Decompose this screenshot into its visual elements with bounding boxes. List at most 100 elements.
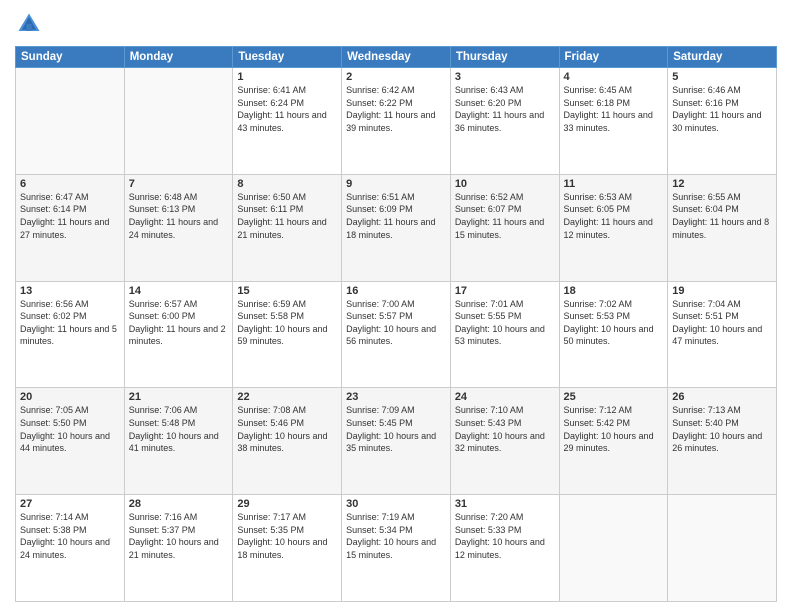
day-header-saturday: Saturday bbox=[668, 47, 777, 68]
day-header-sunday: Sunday bbox=[16, 47, 125, 68]
day-number: 1 bbox=[237, 71, 337, 83]
day-number: 5 bbox=[672, 71, 772, 83]
day-info: Sunrise: 7:09 AM Sunset: 5:45 PM Dayligh… bbox=[346, 404, 446, 454]
day-number: 17 bbox=[455, 285, 555, 297]
day-number: 24 bbox=[455, 391, 555, 403]
day-info: Sunrise: 6:41 AM Sunset: 6:24 PM Dayligh… bbox=[237, 84, 337, 134]
calendar: SundayMondayTuesdayWednesdayThursdayFrid… bbox=[15, 46, 777, 602]
calendar-cell: 25Sunrise: 7:12 AM Sunset: 5:42 PM Dayli… bbox=[559, 388, 668, 495]
calendar-cell: 13Sunrise: 6:56 AM Sunset: 6:02 PM Dayli… bbox=[16, 281, 125, 388]
day-number: 26 bbox=[672, 391, 772, 403]
calendar-cell: 15Sunrise: 6:59 AM Sunset: 5:58 PM Dayli… bbox=[233, 281, 342, 388]
calendar-cell: 24Sunrise: 7:10 AM Sunset: 5:43 PM Dayli… bbox=[450, 388, 559, 495]
calendar-cell: 8Sunrise: 6:50 AM Sunset: 6:11 PM Daylig… bbox=[233, 174, 342, 281]
day-number: 28 bbox=[129, 498, 229, 510]
day-header-thursday: Thursday bbox=[450, 47, 559, 68]
day-header-monday: Monday bbox=[124, 47, 233, 68]
calendar-cell: 22Sunrise: 7:08 AM Sunset: 5:46 PM Dayli… bbox=[233, 388, 342, 495]
day-number: 10 bbox=[455, 178, 555, 190]
week-row-2: 13Sunrise: 6:56 AM Sunset: 6:02 PM Dayli… bbox=[16, 281, 777, 388]
day-info: Sunrise: 6:46 AM Sunset: 6:16 PM Dayligh… bbox=[672, 84, 772, 134]
day-info: Sunrise: 6:59 AM Sunset: 5:58 PM Dayligh… bbox=[237, 298, 337, 348]
header-row: SundayMondayTuesdayWednesdayThursdayFrid… bbox=[16, 47, 777, 68]
day-number: 3 bbox=[455, 71, 555, 83]
calendar-cell: 11Sunrise: 6:53 AM Sunset: 6:05 PM Dayli… bbox=[559, 174, 668, 281]
day-info: Sunrise: 6:42 AM Sunset: 6:22 PM Dayligh… bbox=[346, 84, 446, 134]
day-number: 23 bbox=[346, 391, 446, 403]
day-info: Sunrise: 7:01 AM Sunset: 5:55 PM Dayligh… bbox=[455, 298, 555, 348]
calendar-cell: 4Sunrise: 6:45 AM Sunset: 6:18 PM Daylig… bbox=[559, 68, 668, 175]
calendar-cell: 20Sunrise: 7:05 AM Sunset: 5:50 PM Dayli… bbox=[16, 388, 125, 495]
calendar-cell: 10Sunrise: 6:52 AM Sunset: 6:07 PM Dayli… bbox=[450, 174, 559, 281]
day-number: 18 bbox=[564, 285, 664, 297]
week-row-1: 6Sunrise: 6:47 AM Sunset: 6:14 PM Daylig… bbox=[16, 174, 777, 281]
day-info: Sunrise: 6:43 AM Sunset: 6:20 PM Dayligh… bbox=[455, 84, 555, 134]
calendar-cell bbox=[559, 495, 668, 602]
day-number: 27 bbox=[20, 498, 120, 510]
week-row-4: 27Sunrise: 7:14 AM Sunset: 5:38 PM Dayli… bbox=[16, 495, 777, 602]
day-number: 25 bbox=[564, 391, 664, 403]
day-number: 14 bbox=[129, 285, 229, 297]
calendar-cell: 27Sunrise: 7:14 AM Sunset: 5:38 PM Dayli… bbox=[16, 495, 125, 602]
day-number: 13 bbox=[20, 285, 120, 297]
calendar-cell: 5Sunrise: 6:46 AM Sunset: 6:16 PM Daylig… bbox=[668, 68, 777, 175]
calendar-cell: 19Sunrise: 7:04 AM Sunset: 5:51 PM Dayli… bbox=[668, 281, 777, 388]
calendar-cell: 16Sunrise: 7:00 AM Sunset: 5:57 PM Dayli… bbox=[342, 281, 451, 388]
day-number: 15 bbox=[237, 285, 337, 297]
logo-icon bbox=[15, 10, 43, 38]
calendar-cell: 26Sunrise: 7:13 AM Sunset: 5:40 PM Dayli… bbox=[668, 388, 777, 495]
day-number: 31 bbox=[455, 498, 555, 510]
day-number: 4 bbox=[564, 71, 664, 83]
day-info: Sunrise: 6:47 AM Sunset: 6:14 PM Dayligh… bbox=[20, 191, 120, 241]
day-info: Sunrise: 6:51 AM Sunset: 6:09 PM Dayligh… bbox=[346, 191, 446, 241]
calendar-cell: 30Sunrise: 7:19 AM Sunset: 5:34 PM Dayli… bbox=[342, 495, 451, 602]
day-info: Sunrise: 6:50 AM Sunset: 6:11 PM Dayligh… bbox=[237, 191, 337, 241]
day-number: 2 bbox=[346, 71, 446, 83]
logo bbox=[15, 10, 47, 38]
day-info: Sunrise: 7:05 AM Sunset: 5:50 PM Dayligh… bbox=[20, 404, 120, 454]
day-info: Sunrise: 7:00 AM Sunset: 5:57 PM Dayligh… bbox=[346, 298, 446, 348]
day-number: 22 bbox=[237, 391, 337, 403]
day-number: 12 bbox=[672, 178, 772, 190]
day-number: 20 bbox=[20, 391, 120, 403]
day-info: Sunrise: 6:56 AM Sunset: 6:02 PM Dayligh… bbox=[20, 298, 120, 348]
day-number: 6 bbox=[20, 178, 120, 190]
day-info: Sunrise: 7:10 AM Sunset: 5:43 PM Dayligh… bbox=[455, 404, 555, 454]
week-row-0: 1Sunrise: 6:41 AM Sunset: 6:24 PM Daylig… bbox=[16, 68, 777, 175]
day-number: 8 bbox=[237, 178, 337, 190]
calendar-cell bbox=[668, 495, 777, 602]
day-header-tuesday: Tuesday bbox=[233, 47, 342, 68]
day-info: Sunrise: 7:19 AM Sunset: 5:34 PM Dayligh… bbox=[346, 511, 446, 561]
calendar-cell: 23Sunrise: 7:09 AM Sunset: 5:45 PM Dayli… bbox=[342, 388, 451, 495]
day-info: Sunrise: 7:20 AM Sunset: 5:33 PM Dayligh… bbox=[455, 511, 555, 561]
day-number: 19 bbox=[672, 285, 772, 297]
day-number: 16 bbox=[346, 285, 446, 297]
day-info: Sunrise: 6:57 AM Sunset: 6:00 PM Dayligh… bbox=[129, 298, 229, 348]
calendar-cell: 2Sunrise: 6:42 AM Sunset: 6:22 PM Daylig… bbox=[342, 68, 451, 175]
day-info: Sunrise: 7:06 AM Sunset: 5:48 PM Dayligh… bbox=[129, 404, 229, 454]
calendar-cell: 28Sunrise: 7:16 AM Sunset: 5:37 PM Dayli… bbox=[124, 495, 233, 602]
calendar-cell: 21Sunrise: 7:06 AM Sunset: 5:48 PM Dayli… bbox=[124, 388, 233, 495]
day-number: 11 bbox=[564, 178, 664, 190]
calendar-cell: 6Sunrise: 6:47 AM Sunset: 6:14 PM Daylig… bbox=[16, 174, 125, 281]
calendar-cell: 14Sunrise: 6:57 AM Sunset: 6:00 PM Dayli… bbox=[124, 281, 233, 388]
calendar-cell: 31Sunrise: 7:20 AM Sunset: 5:33 PM Dayli… bbox=[450, 495, 559, 602]
day-info: Sunrise: 7:14 AM Sunset: 5:38 PM Dayligh… bbox=[20, 511, 120, 561]
day-number: 7 bbox=[129, 178, 229, 190]
day-info: Sunrise: 6:45 AM Sunset: 6:18 PM Dayligh… bbox=[564, 84, 664, 134]
day-info: Sunrise: 7:04 AM Sunset: 5:51 PM Dayligh… bbox=[672, 298, 772, 348]
day-info: Sunrise: 7:16 AM Sunset: 5:37 PM Dayligh… bbox=[129, 511, 229, 561]
day-header-wednesday: Wednesday bbox=[342, 47, 451, 68]
calendar-cell: 1Sunrise: 6:41 AM Sunset: 6:24 PM Daylig… bbox=[233, 68, 342, 175]
day-info: Sunrise: 7:17 AM Sunset: 5:35 PM Dayligh… bbox=[237, 511, 337, 561]
day-number: 29 bbox=[237, 498, 337, 510]
calendar-cell: 3Sunrise: 6:43 AM Sunset: 6:20 PM Daylig… bbox=[450, 68, 559, 175]
page: SundayMondayTuesdayWednesdayThursdayFrid… bbox=[0, 0, 792, 612]
calendar-cell: 7Sunrise: 6:48 AM Sunset: 6:13 PM Daylig… bbox=[124, 174, 233, 281]
day-info: Sunrise: 7:13 AM Sunset: 5:40 PM Dayligh… bbox=[672, 404, 772, 454]
day-info: Sunrise: 7:08 AM Sunset: 5:46 PM Dayligh… bbox=[237, 404, 337, 454]
day-info: Sunrise: 6:53 AM Sunset: 6:05 PM Dayligh… bbox=[564, 191, 664, 241]
calendar-cell bbox=[124, 68, 233, 175]
calendar-cell: 29Sunrise: 7:17 AM Sunset: 5:35 PM Dayli… bbox=[233, 495, 342, 602]
week-row-3: 20Sunrise: 7:05 AM Sunset: 5:50 PM Dayli… bbox=[16, 388, 777, 495]
